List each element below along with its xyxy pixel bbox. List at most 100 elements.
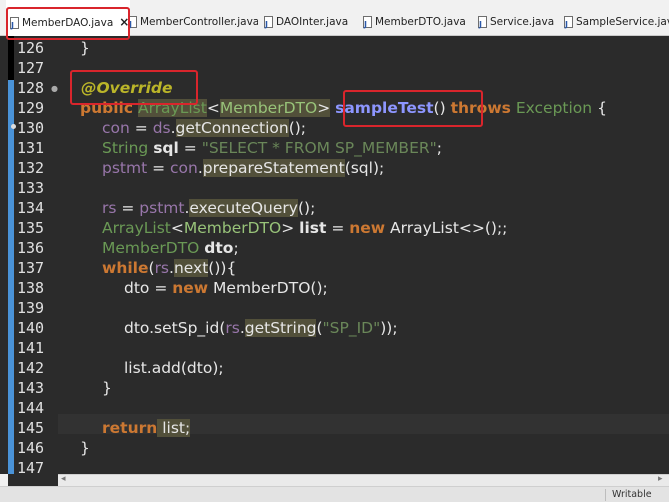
symbol: = — [326, 219, 350, 237]
java-file-icon — [10, 4, 19, 36]
code-line: dto = new MemberDTO(); — [124, 278, 328, 298]
keyword: public — [80, 99, 134, 117]
method-call: executeQuery — [189, 199, 298, 217]
code-line: return list; — [102, 418, 191, 438]
field: pstmt — [102, 159, 148, 177]
field: con — [170, 159, 198, 177]
line-number: 139 — [17, 299, 45, 317]
code-line: pstmt = con.prepareStatement(sql); — [102, 158, 384, 178]
keyword: while — [102, 259, 149, 277]
horizontal-scrollbar[interactable]: ◂ ▸ — [58, 474, 669, 486]
line-number: 132 — [17, 159, 45, 177]
line-number: 133 — [17, 179, 45, 197]
tab-membercontroller[interactable]: MemberController.java — [128, 0, 258, 36]
java-file-icon — [478, 3, 487, 36]
symbol: () — [433, 99, 446, 117]
tab-label: DAOInter.java — [276, 16, 349, 28]
breakpoint-marker — [11, 124, 16, 129]
line-number: 127 — [17, 59, 45, 77]
symbol: = — [178, 139, 202, 157]
symbol: (); — [288, 119, 307, 137]
tab-daointer[interactable]: DAOInter.java — [264, 0, 360, 36]
field: pstmt — [139, 199, 185, 217]
symbol: ; — [436, 139, 442, 157]
code-text: dto.setSp_id( — [124, 319, 226, 337]
code-line: } — [80, 439, 90, 457]
line-number: 136 — [17, 239, 45, 257]
line-number: 130 — [17, 119, 45, 137]
symbol: ; — [233, 239, 239, 257]
symbol: { — [597, 99, 607, 117]
scroll-left-icon[interactable]: ◂ — [61, 474, 66, 484]
line-number: 147 — [17, 459, 45, 477]
symbol: < — [170, 219, 184, 237]
tab-service[interactable]: Service.java — [478, 0, 556, 36]
line-number: 146 — [17, 439, 45, 457]
code-text: list; — [157, 419, 191, 437]
symbol: = — [129, 119, 153, 137]
tab-label: SampleService.java — [576, 16, 669, 28]
line-number: 143 — [17, 379, 45, 397]
tab-sampleservice[interactable]: SampleService.java — [564, 0, 669, 36]
code-editor[interactable]: 126 127 128 ● 129 130 131 132 133 134 13… — [0, 36, 669, 477]
scroll-right-icon[interactable]: ▸ — [658, 474, 663, 484]
field: rs — [225, 319, 240, 337]
tab-label: MemberDAO.java — [22, 17, 114, 29]
code-line: } — [80, 39, 90, 57]
local-variable: list — [299, 219, 327, 237]
symbol: = — [116, 199, 140, 217]
tab-memberdto[interactable]: MemberDTO.java — [363, 0, 473, 36]
code-text: ArrayList<>();; — [385, 219, 508, 237]
code-line: ArrayList<MemberDTO> list = new ArrayLis… — [102, 218, 507, 238]
method-call: getString — [244, 319, 317, 337]
line-number: 140 — [17, 319, 45, 337]
tab-memberdao[interactable]: MemberDAO.java× — [6, 0, 130, 36]
type-name: Exception — [515, 99, 593, 117]
line-number: 129 — [17, 99, 45, 117]
change-ruler — [8, 36, 14, 474]
keyword: throws — [450, 99, 511, 117]
tab-label: MemberController.java — [140, 16, 258, 28]
field: con — [102, 119, 130, 137]
keyword: new — [172, 279, 209, 297]
java-file-icon — [564, 3, 573, 36]
code-line: dto.setSp_id(rs.getString("SP_ID")); — [124, 318, 398, 338]
code-line: list.add(dto); — [124, 359, 224, 377]
line-number: 145 — [17, 419, 45, 437]
status-writable: Writable — [612, 489, 652, 500]
code-text: MemberDTO(); — [208, 279, 328, 297]
tab-label: MemberDTO.java — [375, 16, 466, 28]
editor-tab-bar: MemberDAO.java× MemberController.java DA… — [0, 0, 669, 36]
keyword: return — [102, 419, 158, 437]
local-variable: sql — [153, 139, 179, 157]
symbol: )); — [380, 319, 398, 337]
line-number: 128 — [17, 79, 45, 97]
type-name: ArrayList — [137, 99, 207, 117]
symbol: ()){ — [208, 259, 237, 277]
code-line: String sql = "SELECT * FROM SP_MEMBER"; — [102, 138, 442, 158]
type-name: MemberDTO — [102, 239, 200, 257]
symbol: > — [281, 219, 295, 237]
method-call: getConnection — [175, 119, 289, 137]
line-number: 126 — [17, 39, 45, 57]
tab-label: Service.java — [490, 16, 555, 28]
code-line: } — [102, 379, 112, 397]
symbol: > — [317, 99, 331, 117]
type-name: MemberDTO — [219, 99, 318, 117]
line-number: 134 — [17, 199, 45, 217]
keyword: new — [349, 219, 386, 237]
symbol: (sql); — [344, 159, 385, 177]
field: rs — [102, 199, 117, 217]
symbol: (); — [297, 199, 316, 217]
line-number: 144 — [17, 399, 45, 417]
java-file-icon — [264, 3, 273, 36]
status-separator — [605, 489, 606, 501]
string-literal: "SP_ID" — [322, 319, 381, 337]
line-number: 142 — [17, 359, 45, 377]
type-name: MemberDTO — [183, 219, 282, 237]
code-line: MemberDTO dto; — [102, 238, 239, 258]
line-number: 141 — [17, 339, 45, 357]
method-call: next — [173, 259, 209, 277]
annotation: @Override — [81, 79, 173, 97]
line-number: 138 — [17, 279, 45, 297]
